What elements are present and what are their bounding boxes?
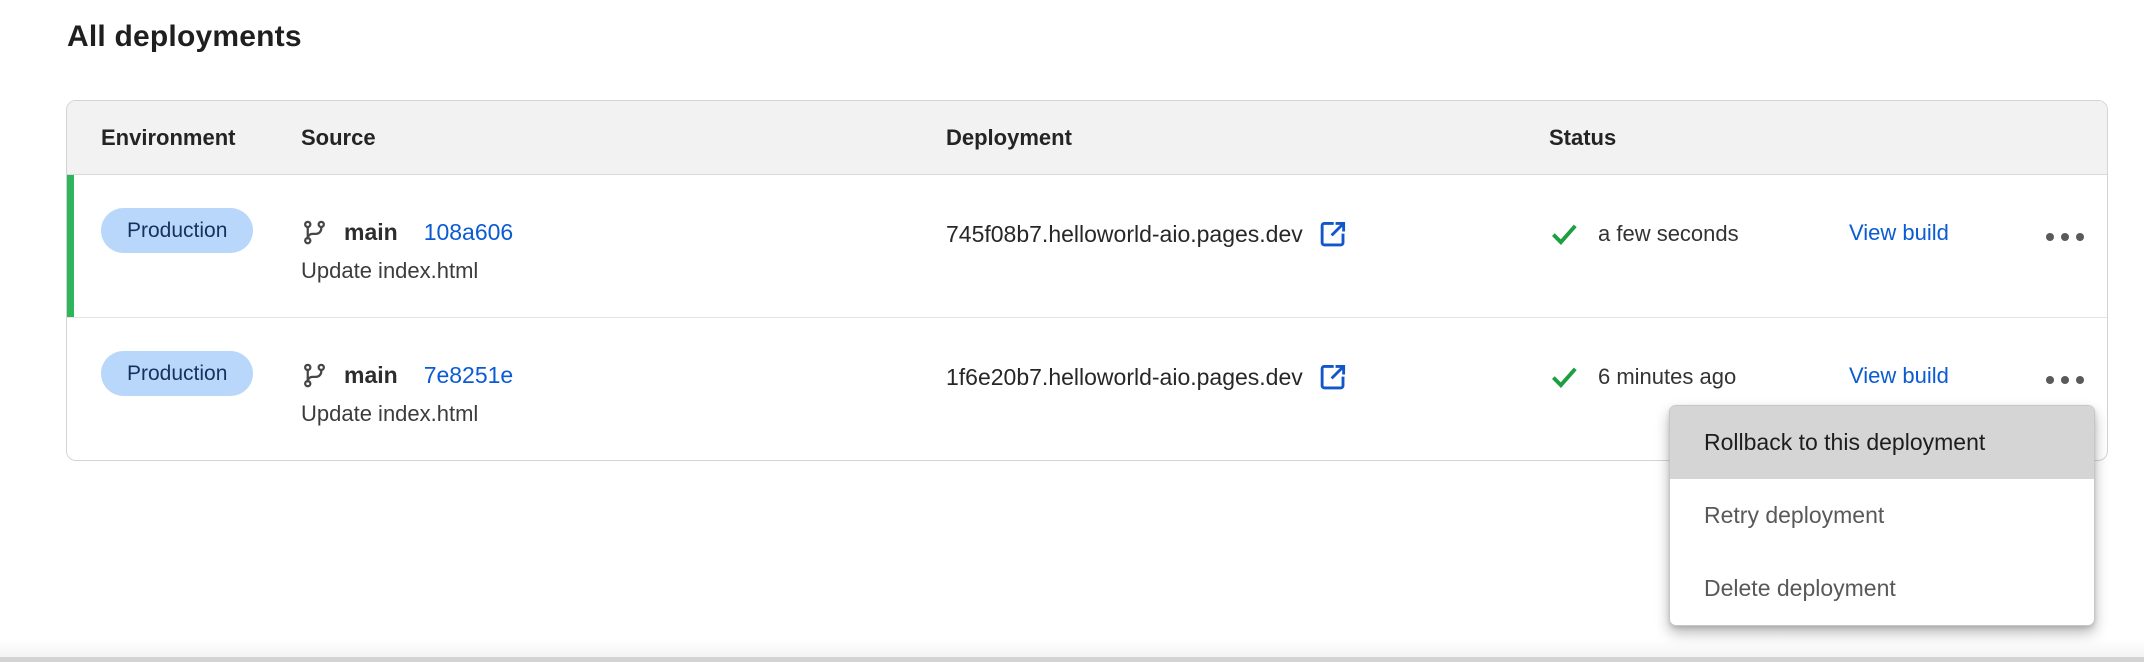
page-bottom-divider (0, 639, 2144, 662)
deployment-context-menu: Rollback to this deployment Retry deploy… (1669, 405, 2095, 626)
status-cell: a few seconds (1549, 175, 1849, 317)
source-cell: main 108a606 Update index.html (301, 175, 946, 317)
success-check-icon (1549, 219, 1579, 249)
ellipsis-icon[interactable] (2046, 374, 2084, 386)
commit-hash-link[interactable]: 108a606 (424, 219, 514, 246)
commit-hash-link[interactable]: 7e8251e (424, 362, 514, 389)
header-source: Source (301, 125, 946, 151)
branch-name: main (344, 362, 398, 389)
deployments-page: All deployments Environment Source Deplo… (0, 0, 2144, 662)
table-header-row: Environment Source Deployment Status (67, 101, 2107, 175)
menu-item-delete[interactable]: Delete deployment (1670, 552, 2094, 625)
header-environment: Environment (67, 125, 301, 151)
environment-cell: Production (67, 318, 301, 459)
external-link-icon[interactable] (1318, 362, 1348, 392)
environment-badge: Production (101, 351, 253, 396)
ellipsis-icon[interactable] (2046, 231, 2084, 243)
environment-badge: Production (101, 208, 253, 253)
git-branch-icon (301, 362, 328, 389)
view-build-cell: View build (1849, 175, 2046, 317)
deployment-cell: 1f6e20b7.helloworld-aio.pages.dev (946, 318, 1549, 459)
source-cell: main 7e8251e Update index.html (301, 318, 946, 459)
commit-message: Update index.html (301, 401, 946, 427)
status-text: 6 minutes ago (1598, 364, 1736, 390)
environment-cell: Production (67, 175, 301, 317)
status-text: a few seconds (1598, 221, 1739, 247)
header-status: Status (1549, 125, 2107, 151)
external-link-icon[interactable] (1318, 219, 1348, 249)
current-deployment-indicator (67, 175, 74, 317)
deployment-cell: 745f08b7.helloworld-aio.pages.dev (946, 175, 1549, 317)
deployment-url: 1f6e20b7.helloworld-aio.pages.dev (946, 364, 1303, 391)
header-deployment: Deployment (946, 125, 1549, 151)
row-menu-cell (2046, 175, 2108, 317)
view-build-link[interactable]: View build (1849, 363, 1949, 388)
git-branch-icon (301, 219, 328, 246)
commit-message: Update index.html (301, 258, 946, 284)
deployment-row-1: Production main 108a606 (67, 175, 2107, 317)
view-build-link[interactable]: View build (1849, 220, 1949, 245)
deployment-url: 745f08b7.helloworld-aio.pages.dev (946, 221, 1303, 248)
branch-name: main (344, 219, 398, 246)
menu-item-rollback[interactable]: Rollback to this deployment (1670, 406, 2094, 479)
page-title: All deployments (67, 20, 302, 54)
menu-item-retry[interactable]: Retry deployment (1670, 479, 2094, 552)
success-check-icon (1549, 362, 1579, 392)
